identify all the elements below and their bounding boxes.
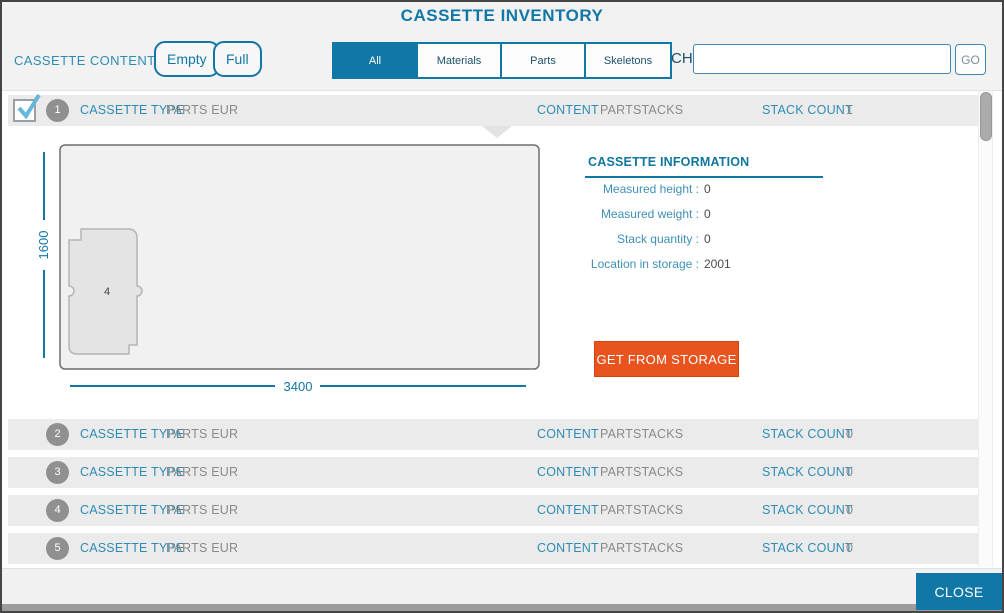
header: CASSETTE INVENTORY CASSETTE CONTENT Empt… [2,2,1002,91]
width-dimension-label: 3400 [284,379,313,394]
cassette-row-1[interactable]: 1 CASSETTE TYPE PARTS EUR CONTENT PARTST… [8,95,979,126]
dialog-bottom-shadow [2,604,1002,611]
content-value: PARTSTACKS [600,95,683,126]
stack-count-value: 0 [846,419,853,450]
content-value: PARTSTACKS [600,533,683,564]
row-checkbox[interactable] [13,97,41,125]
content-label: CONTENT [537,533,599,564]
row-expand-tail [482,126,512,138]
cassette-row-3[interactable]: 3 CASSETTE TYPE PARTS EUR CONTENT PARTST… [8,457,979,488]
content-label: CONTENT [537,457,599,488]
field-label: Measured weight : [567,207,699,221]
field-label: Measured height : [567,182,699,196]
content-filter-tabs: All Materials Parts Skeletons [332,42,672,79]
field-label: Stack quantity : [567,232,699,246]
get-from-storage-button[interactable]: GET FROM STORAGE [594,341,739,377]
cassette-information-fields: Measured height : 0 Measured weight : 0 … [567,182,731,282]
cassette-information-heading: CASSETTE INFORMATION [585,155,823,178]
stack-count-label: STACK COUNT [762,95,853,126]
row-number-badge: 2 [46,423,69,446]
stack-count-label: STACK COUNT [762,419,853,450]
stack-count-value: 0 [846,495,853,526]
content-label: CONTENT [537,495,599,526]
cassette-row-5[interactable]: 5 CASSETTE TYPE PARTS EUR CONTENT PARTST… [8,533,979,564]
content-value: PARTSTACKS [600,419,683,450]
field-label: Location in storage : [567,257,699,271]
tab-materials[interactable]: Materials [418,44,502,77]
search-input[interactable] [693,44,951,74]
scrollbar-track[interactable] [978,91,993,567]
field-value: 0 [704,207,711,221]
tab-skeletons[interactable]: Skeletons [586,44,670,77]
stack-count-label: STACK COUNT [762,533,853,564]
checkbox-box[interactable] [13,99,36,122]
cassette-inventory-dialog: CASSETTE INVENTORY CASSETTE CONTENT Empt… [0,0,1004,613]
content-value: PARTSTACKS [600,457,683,488]
row-number-badge: 3 [46,461,69,484]
footer [2,568,1002,605]
info-field-measured-weight: Measured weight : 0 [567,207,731,232]
info-field-location-in-storage: Location in storage : 2001 [567,257,731,282]
content-label: CONTENT [537,419,599,450]
info-field-stack-quantity: Stack quantity : 0 [567,232,731,257]
row-number-badge: 4 [46,499,69,522]
cassette-type-value: PARTS EUR [166,95,238,126]
stack-count-value: 0 [846,533,853,564]
cassette-list: 1 CASSETTE TYPE PARTS EUR CONTENT PARTST… [2,91,1002,568]
content-value: PARTSTACKS [600,495,683,526]
cassette-content-label: CASSETTE CONTENT [14,53,155,68]
tab-parts[interactable]: Parts [502,44,586,77]
content-label: CONTENT [537,95,599,126]
tab-all[interactable]: All [334,44,418,77]
cassette-type-value: PARTS EUR [166,495,238,526]
go-button[interactable]: GO [955,44,986,75]
page-title: CASSETTE INVENTORY [2,6,1002,26]
field-value: 0 [704,232,711,246]
empty-filter-button[interactable]: Empty [154,41,220,77]
cassette-row-2[interactable]: 2 CASSETTE TYPE PARTS EUR CONTENT PARTST… [8,419,979,450]
stack-count-label: STACK COUNT [762,457,853,488]
scrollbar-thumb[interactable] [980,92,992,141]
info-field-measured-height: Measured height : 0 [567,182,731,207]
stack-count-value: 0 [846,457,853,488]
stack-count-value: 1 [846,95,853,126]
close-button[interactable]: CLOSE [916,573,1002,610]
field-value: 0 [704,182,711,196]
search-label-clipped: CH [671,50,693,67]
cassette-row-4[interactable]: 4 CASSETTE TYPE PARTS EUR CONTENT PARTST… [8,495,979,526]
height-dimension-label: 1600 [36,231,51,260]
cassette-type-value: PARTS EUR [166,419,238,450]
row-number-badge: 5 [46,537,69,560]
cassette-type-value: PARTS EUR [166,533,238,564]
row-number-badge: 1 [46,99,69,122]
part-stack-number: 4 [104,286,110,298]
cassette-type-value: PARTS EUR [166,457,238,488]
cassette-layout-diagram: 4 1600 3400 [32,140,547,397]
full-filter-button[interactable]: Full [213,41,262,77]
stack-count-label: STACK COUNT [762,495,853,526]
field-value: 2001 [704,257,731,271]
